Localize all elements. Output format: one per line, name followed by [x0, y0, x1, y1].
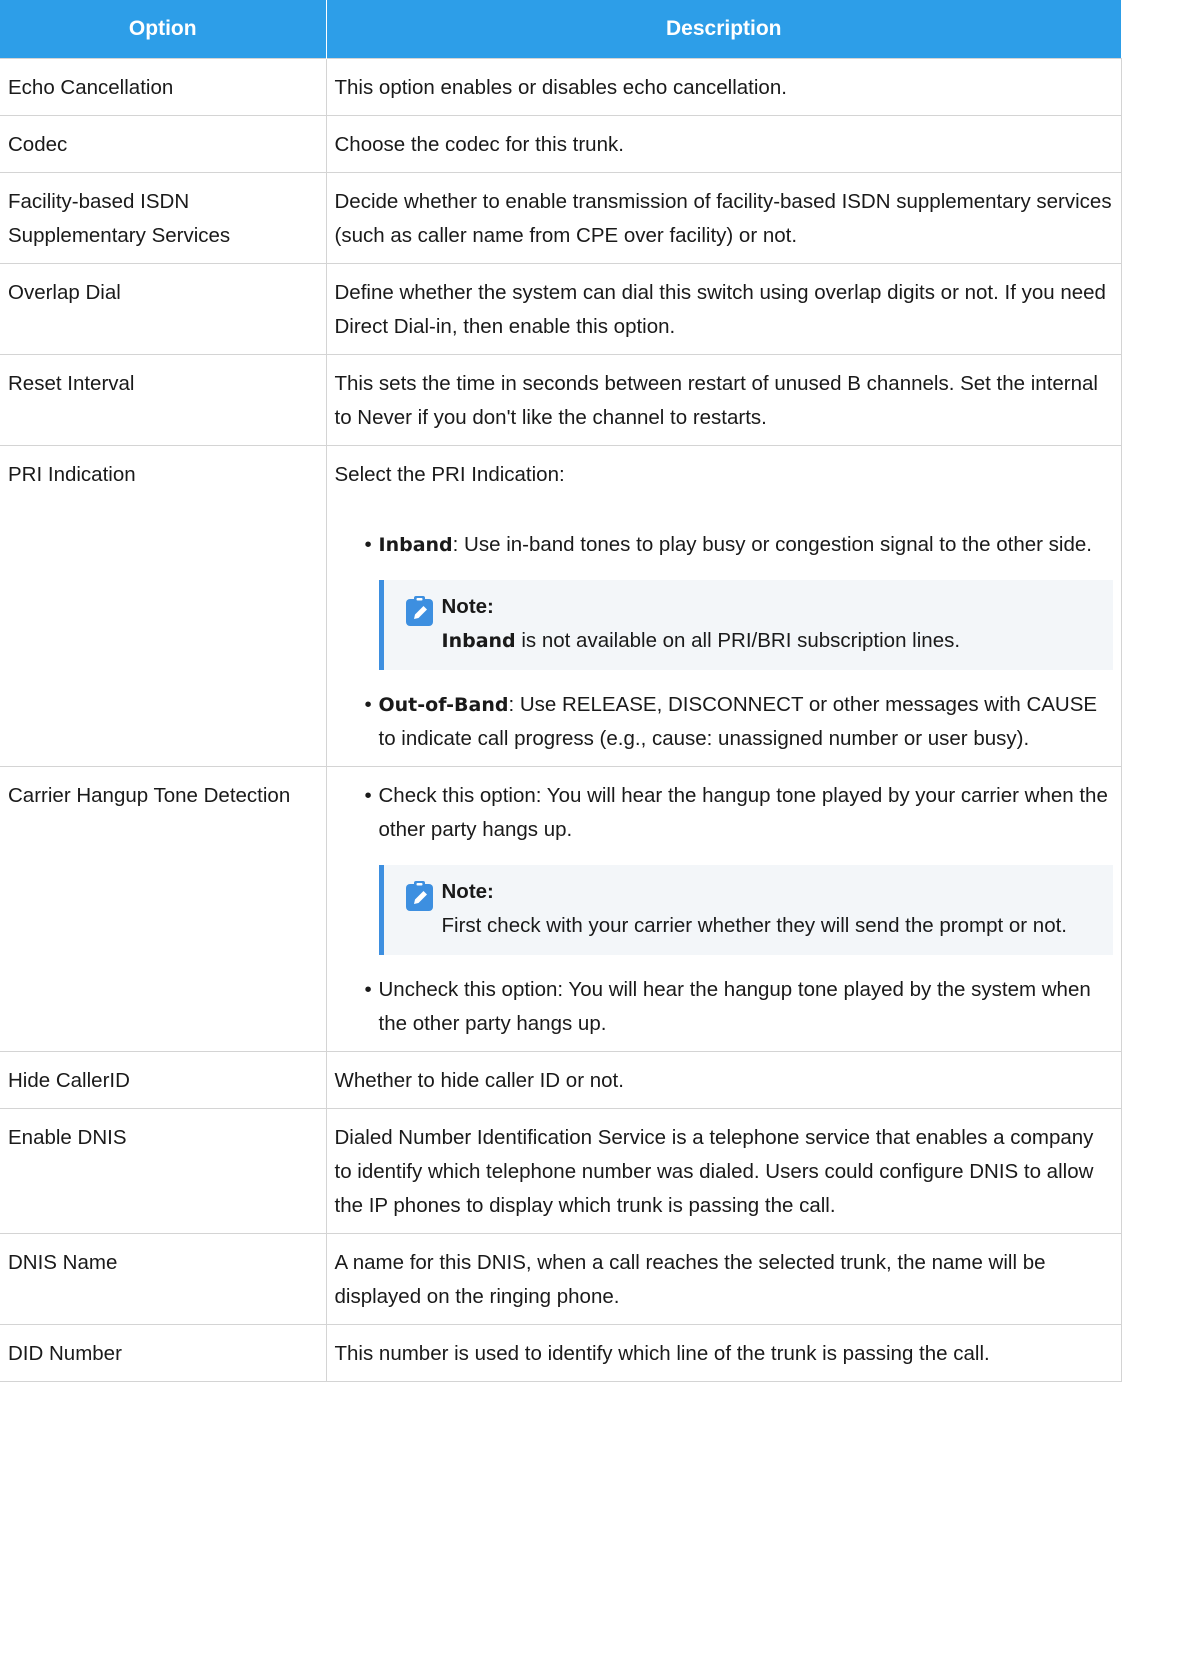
description-cell: Select the PRI Indication: • Inband: Use … — [325, 445, 1122, 767]
list-item: • Check this option: You will hear the ha… — [365, 779, 1113, 955]
item-text: Check this option: You will hear the han… — [378, 784, 1108, 841]
description-cell: • Check this option: You will hear the ha… — [325, 766, 1122, 1052]
note-title: Note: — [441, 880, 494, 903]
bullet-list: • Check this option: You will hear the ha… — [335, 779, 1113, 1041]
description-cell: Whether to hide caller ID or not. — [325, 1051, 1122, 1109]
table-row: PRI Indication Select the PRI Indication… — [0, 445, 1122, 767]
list-item: • Inband: Use in-band tones to play busy … — [365, 528, 1113, 670]
item-text: : Use in-band tones to play busy or cong… — [452, 533, 1092, 556]
header-description: Description — [326, 0, 1121, 59]
pencil-note-icon — [405, 881, 433, 911]
description-cell: Dialed Number Identification Service is … — [325, 1108, 1122, 1234]
note-text: First check with your carrier whether th… — [441, 914, 1068, 937]
description-cell: This option enables or disables echo can… — [325, 58, 1122, 116]
list-item: • Out-of-Band: Use RELEASE, DISCONNECT or… — [365, 688, 1113, 756]
table-row: Echo Cancellation This option enables or… — [0, 58, 1122, 116]
option-cell: Echo Cancellation — [0, 58, 327, 116]
item-text: Uncheck this option: You will hear the h… — [378, 978, 1091, 1035]
option-cell: Facility-based ISDN Supplementary Servic… — [0, 172, 327, 264]
bullet-icon: • — [364, 978, 372, 1001]
note-body-text: is not available on all PRI/BRI subscrip… — [515, 629, 961, 652]
description-cell: A name for this DNIS, when a call reache… — [325, 1233, 1122, 1325]
description-intro: Select the PRI Indication: — [334, 463, 565, 486]
option-cell: Reset Interval — [0, 354, 327, 446]
note-text: Inband is not available on all PRI/BRI s… — [442, 624, 1099, 658]
options-table: Option Description Echo Cancellation Thi… — [0, 0, 1122, 1382]
table-row: Overlap Dial Define whether the system c… — [0, 263, 1122, 355]
header-option: Option — [0, 0, 327, 59]
description-cell: Define whether the system can dial this … — [325, 263, 1122, 355]
bullet-icon: • — [364, 784, 372, 807]
option-cell: DID Number — [0, 1324, 327, 1382]
table-row: Enable DNIS Dialed Number Identification… — [0, 1108, 1122, 1234]
note-box: Note: First check with your carrier whet… — [378, 865, 1113, 955]
note-keyword: Inband — [441, 630, 516, 652]
table-row: Reset Interval This sets the time in sec… — [0, 354, 1122, 446]
description-cell: Choose the codec for this trunk. — [325, 115, 1122, 173]
description-cell: This number is used to identify which li… — [325, 1324, 1122, 1382]
keyword: Inband — [378, 534, 453, 556]
description-cell: Decide whether to enable transmission of… — [325, 172, 1122, 264]
note-title: Note: — [441, 595, 494, 618]
table-row: Facility-based ISDN Supplementary Servic… — [0, 172, 1122, 264]
table-row: DNIS Name A name for this DNIS, when a c… — [0, 1233, 1122, 1325]
pencil-note-icon — [405, 596, 433, 626]
table-row: Carrier Hangup Tone Detection • Check thi… — [0, 766, 1122, 1052]
option-cell: Carrier Hangup Tone Detection — [0, 766, 327, 1052]
option-cell: Overlap Dial — [0, 263, 327, 355]
option-cell: Enable DNIS — [0, 1108, 327, 1234]
table-row: DID Number This number is used to identi… — [0, 1324, 1122, 1382]
description-cell: This sets the time in seconds between re… — [325, 354, 1122, 446]
option-cell: Hide CallerID — [0, 1051, 327, 1109]
bullet-list: • Inband: Use in-band tones to play busy … — [335, 528, 1113, 756]
bullet-icon: • — [364, 533, 372, 556]
table-header-row: Option Description — [0, 0, 1121, 59]
table-row: Codec Choose the codec for this trunk. — [0, 115, 1122, 173]
option-cell: DNIS Name — [0, 1233, 327, 1325]
keyword: Out-of-Band — [378, 694, 509, 716]
bullet-icon: • — [364, 693, 372, 716]
option-cell: Codec — [0, 115, 327, 173]
option-cell: PRI Indication — [0, 445, 327, 767]
table-row: Hide CallerID Whether to hide caller ID … — [0, 1051, 1122, 1109]
list-item: • Uncheck this option: You will hear the … — [365, 973, 1113, 1041]
note-box: Note: Inband is not available on all PRI… — [378, 580, 1113, 670]
